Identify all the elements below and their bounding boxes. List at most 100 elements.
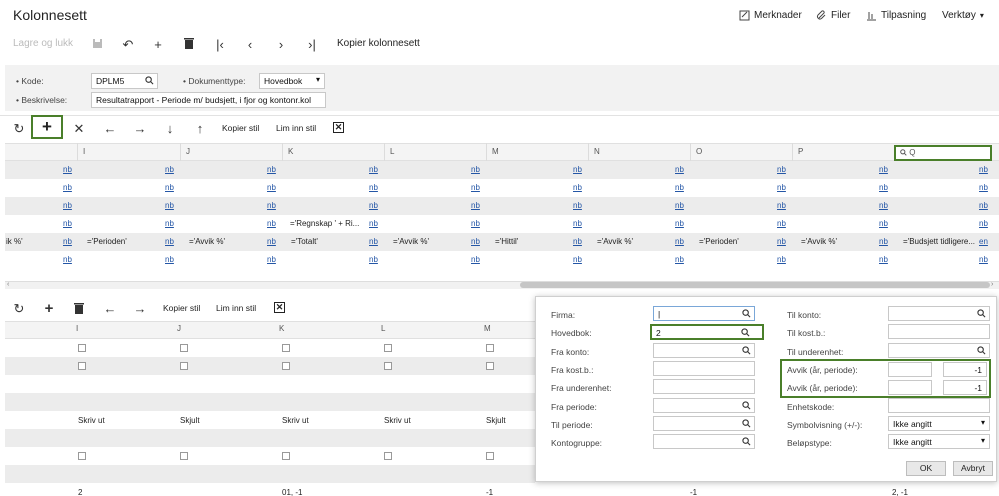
checkbox[interactable]	[486, 362, 494, 370]
checkbox[interactable]	[180, 362, 188, 370]
table-row[interactable]	[5, 251, 999, 269]
add-icon[interactable]: +	[150, 37, 166, 52]
tilkost-input[interactable]	[888, 324, 990, 339]
checkbox[interactable]	[486, 344, 494, 352]
refresh-icon[interactable]: ↻	[11, 121, 27, 137]
nb-link[interactable]: nb	[979, 255, 988, 264]
cell-text[interactable]: Skriv ut	[384, 416, 411, 425]
checkbox[interactable]	[78, 362, 86, 370]
next-record-icon[interactable]: ›	[273, 37, 289, 52]
first-record-icon[interactable]: |‹	[212, 37, 228, 52]
paste-style-button[interactable]: Lim inn stil	[216, 303, 256, 313]
checkbox[interactable]	[180, 452, 188, 460]
nb-link[interactable]: nb	[165, 201, 174, 210]
cell-text[interactable]: 2, -1	[892, 488, 908, 496]
checkbox[interactable]	[384, 362, 392, 370]
column-header-l[interactable]: L	[390, 147, 394, 156]
cell-text[interactable]: Skriv ut	[78, 416, 105, 425]
column-header-j[interactable]: J	[186, 147, 190, 156]
nb-link[interactable]: nb	[471, 201, 480, 210]
tilperiode-input[interactable]	[653, 416, 755, 431]
checkbox[interactable]	[486, 452, 494, 460]
checkbox[interactable]	[384, 344, 392, 352]
scrollbar-thumb[interactable]	[520, 282, 990, 288]
avvik-year-input[interactable]	[888, 362, 932, 377]
cell-text[interactable]: ='Avvik %'	[801, 237, 837, 246]
nb-link[interactable]: nb	[267, 165, 276, 174]
fraunder-input[interactable]	[653, 379, 755, 394]
nb-link[interactable]: nb	[369, 255, 378, 264]
cancel-button[interactable]: Avbryt	[953, 461, 993, 476]
nb-link[interactable]: nb	[369, 219, 378, 228]
nb-link[interactable]: nb	[675, 201, 684, 210]
nb-link[interactable]: nb	[777, 183, 786, 192]
lower-column-header-k[interactable]: K	[279, 324, 284, 333]
frakonto-input[interactable]	[653, 343, 755, 358]
column-header-n[interactable]: N	[594, 147, 600, 156]
nb-link[interactable]: nb	[267, 201, 276, 210]
cell-text[interactable]: ='Regnskap ' + Ri...	[290, 219, 359, 228]
nb-link[interactable]: nb	[979, 183, 988, 192]
nb-link[interactable]: nb	[369, 165, 378, 174]
nb-link[interactable]: en	[979, 237, 988, 246]
cell-text[interactable]: ='Avvik %'	[393, 237, 429, 246]
belop-select[interactable]: Ikke angitt ▾	[888, 434, 990, 449]
tilpasning-button[interactable]: Tilpasning	[866, 10, 926, 21]
nb-link[interactable]: nb	[165, 183, 174, 192]
cell-text[interactable]: 2	[78, 488, 82, 496]
nb-link[interactable]: nb	[471, 219, 480, 228]
column-header-q[interactable]: Q	[894, 145, 992, 161]
cell-text[interactable]: Skjult	[180, 416, 200, 425]
save-close-button[interactable]: Lagre og lukk	[13, 38, 73, 49]
table-row[interactable]	[5, 429, 535, 447]
nb-link[interactable]: nb	[267, 183, 276, 192]
nb-link[interactable]: nb	[675, 183, 684, 192]
cell-text[interactable]: 01, -1	[282, 488, 302, 496]
checkbox[interactable]	[282, 344, 290, 352]
nb-link[interactable]: nb	[979, 201, 988, 210]
cell-text[interactable]: ik %'	[6, 237, 23, 246]
copy-column-set-button[interactable]: Kopier kolonnesett	[337, 38, 420, 49]
last-record-icon[interactable]: ›|	[304, 37, 320, 52]
table-row[interactable]	[5, 393, 535, 411]
arrow-left-icon[interactable]: ←	[102, 301, 118, 316]
column-header-o[interactable]: O	[696, 147, 702, 156]
cell-text[interactable]: Skriv ut	[282, 416, 309, 425]
arrow-left-icon[interactable]: ←	[102, 121, 118, 136]
close-icon[interactable]: ✕	[71, 121, 87, 137]
cell-text[interactable]: ='Perioden'	[699, 237, 739, 246]
copy-style-button[interactable]: Kopier stil	[163, 303, 200, 313]
nb-link[interactable]: nb	[267, 219, 276, 228]
nb-link[interactable]: nb	[267, 237, 276, 246]
checkbox[interactable]	[78, 452, 86, 460]
cell-text[interactable]: -1	[486, 488, 493, 496]
nb-link[interactable]: nb	[573, 183, 582, 192]
tilkonto-input[interactable]	[888, 306, 990, 321]
nb-link[interactable]: nb	[879, 165, 888, 174]
nb-link[interactable]: nb	[879, 219, 888, 228]
nb-link[interactable]: nb	[879, 237, 888, 246]
nb-link[interactable]: nb	[471, 165, 480, 174]
nb-link[interactable]: nb	[63, 255, 72, 264]
beskrivelse-input[interactable]: Resultatrapport - Periode m/ budsjett, i…	[91, 92, 326, 108]
kontogruppe-input[interactable]	[653, 434, 755, 449]
scroll-right-icon[interactable]: ›	[991, 281, 993, 288]
avvik-year-input[interactable]	[888, 380, 932, 395]
arrow-up-icon[interactable]: ↑	[192, 121, 208, 136]
delete-icon[interactable]	[181, 37, 197, 52]
table-row[interactable]	[5, 161, 999, 179]
checkbox[interactable]	[78, 344, 86, 352]
fraperiode-input[interactable]	[653, 398, 755, 413]
nb-link[interactable]: nb	[675, 237, 684, 246]
copy-style-button[interactable]: Kopier stil	[222, 123, 259, 133]
nb-link[interactable]: nb	[471, 237, 480, 246]
nb-link[interactable]: nb	[573, 165, 582, 174]
prev-record-icon[interactable]: ‹	[242, 37, 258, 52]
nb-link[interactable]: nb	[879, 183, 888, 192]
paste-style-button[interactable]: Lim inn stil	[276, 123, 316, 133]
kode-input[interactable]: DPLM5	[91, 73, 158, 89]
nb-link[interactable]: nb	[777, 219, 786, 228]
cell-text[interactable]: ='Budsjett tidligere...	[903, 237, 975, 246]
nb-link[interactable]: nb	[369, 237, 378, 246]
nb-link[interactable]: nb	[63, 165, 72, 174]
